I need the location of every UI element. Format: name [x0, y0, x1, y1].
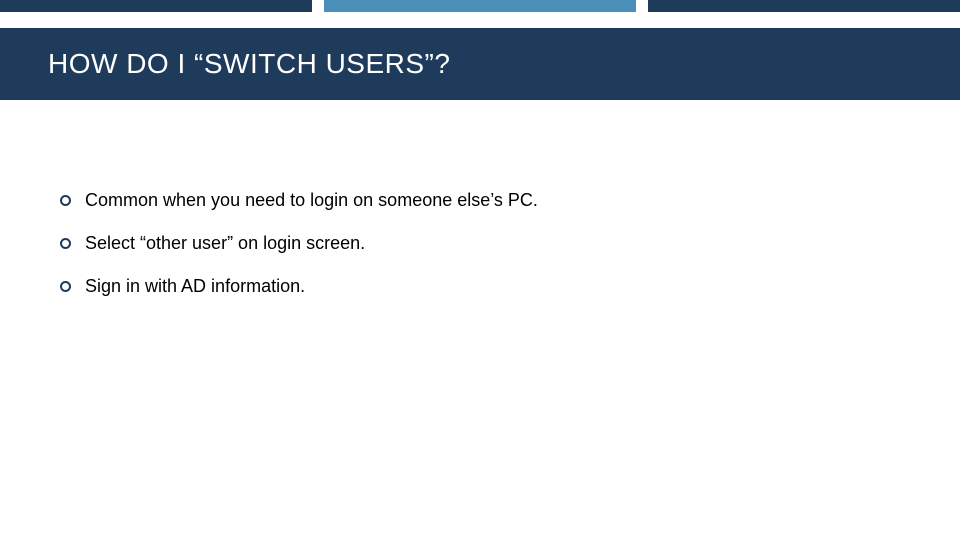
accent-bar-dark: [648, 0, 960, 12]
bullet-text: Select “other user” on login screen.: [85, 233, 365, 254]
top-accent-bars: [0, 0, 960, 12]
slide: HOW DO I “SWITCH USERS”? Common when you…: [0, 0, 960, 540]
bullet-item: Common when you need to login on someone…: [60, 190, 900, 211]
accent-bar-blue: [324, 0, 636, 12]
accent-bar-gap: [312, 0, 324, 12]
accent-bar-dark: [0, 0, 312, 12]
content-area: Common when you need to login on someone…: [0, 100, 960, 297]
circle-bullet-icon: [60, 281, 71, 292]
accent-bar-gap: [636, 0, 648, 12]
bullet-text: Common when you need to login on someone…: [85, 190, 538, 211]
circle-bullet-icon: [60, 238, 71, 249]
circle-bullet-icon: [60, 195, 71, 206]
slide-title: HOW DO I “SWITCH USERS”?: [48, 48, 450, 80]
bullet-item: Select “other user” on login screen.: [60, 233, 900, 254]
bullet-item: Sign in with AD information.: [60, 276, 900, 297]
bullet-text: Sign in with AD information.: [85, 276, 305, 297]
gap: [0, 12, 960, 28]
title-band: HOW DO I “SWITCH USERS”?: [0, 28, 960, 100]
